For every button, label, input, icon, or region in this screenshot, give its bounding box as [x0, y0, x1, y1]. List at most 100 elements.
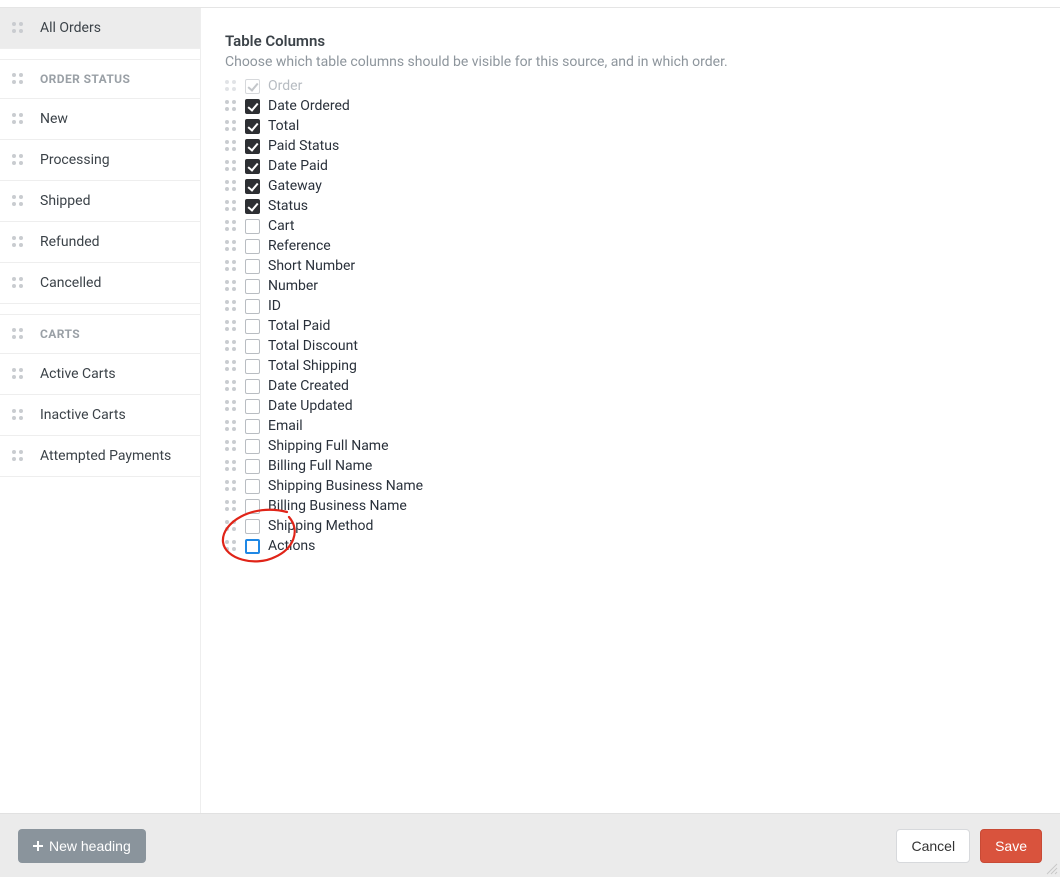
new-heading-button[interactable]: New heading: [18, 829, 146, 863]
drag-handle-icon[interactable]: [225, 140, 237, 152]
drag-handle-icon[interactable]: [12, 22, 24, 34]
column-list: OrderDate OrderedTotalPaid StatusDate Pa…: [225, 76, 1036, 556]
sidebar-item-label: Cancelled: [40, 275, 101, 291]
drag-handle-icon[interactable]: [12, 113, 24, 125]
column-checkbox[interactable]: [245, 439, 260, 454]
drag-handle-icon[interactable]: [225, 380, 237, 392]
column-row: Date Created: [225, 376, 1036, 396]
drag-handle-icon[interactable]: [225, 100, 237, 112]
column-checkbox[interactable]: [245, 259, 260, 274]
sidebar-item[interactable]: Inactive Carts: [0, 395, 200, 436]
drag-handle-icon[interactable]: [225, 500, 237, 512]
top-divider: [0, 0, 1060, 8]
sidebar-item[interactable]: All Orders: [0, 8, 200, 49]
drag-handle-icon[interactable]: [225, 420, 237, 432]
sidebar-item[interactable]: Processing: [0, 140, 200, 181]
cancel-button[interactable]: Cancel: [896, 829, 970, 863]
column-checkbox[interactable]: [245, 279, 260, 294]
column-checkbox[interactable]: [245, 359, 260, 374]
column-checkbox[interactable]: [245, 299, 260, 314]
drag-handle-icon[interactable]: [12, 368, 24, 380]
column-row: Actions: [225, 536, 1036, 556]
column-row: Shipping Full Name: [225, 436, 1036, 456]
column-checkbox[interactable]: [245, 159, 260, 174]
sidebar-heading: ORDER STATUS: [0, 59, 200, 99]
column-checkbox[interactable]: [245, 479, 260, 494]
drag-handle-icon[interactable]: [12, 195, 24, 207]
drag-handle-icon[interactable]: [225, 120, 237, 132]
save-label: Save: [995, 838, 1027, 854]
column-checkbox[interactable]: [245, 539, 260, 554]
column-checkbox[interactable]: [245, 199, 260, 214]
drag-handle-icon: [225, 80, 237, 92]
column-checkbox[interactable]: [245, 319, 260, 334]
column-checkbox[interactable]: [245, 399, 260, 414]
sidebar-item-label: Attempted Payments: [40, 448, 171, 464]
drag-handle-icon[interactable]: [225, 540, 237, 552]
drag-handle-icon[interactable]: [225, 360, 237, 372]
column-checkbox[interactable]: [245, 139, 260, 154]
column-row: Shipping Method: [225, 516, 1036, 536]
save-button[interactable]: Save: [980, 829, 1042, 863]
column-label: Number: [268, 276, 318, 296]
column-label: Paid Status: [268, 136, 339, 156]
drag-handle-icon[interactable]: [225, 480, 237, 492]
drag-handle-icon[interactable]: [225, 180, 237, 192]
drag-handle-icon[interactable]: [225, 240, 237, 252]
drag-handle-icon[interactable]: [225, 160, 237, 172]
drag-handle-icon[interactable]: [225, 460, 237, 472]
column-checkbox[interactable]: [245, 179, 260, 194]
sidebar-item[interactable]: Cancelled: [0, 263, 200, 304]
column-checkbox[interactable]: [245, 379, 260, 394]
sidebar-item[interactable]: New: [0, 99, 200, 140]
drag-handle-icon[interactable]: [12, 328, 24, 340]
sidebar-item[interactable]: Refunded: [0, 222, 200, 263]
column-row: Date Paid: [225, 156, 1036, 176]
sidebar-item[interactable]: Active Carts: [0, 354, 200, 395]
column-checkbox[interactable]: [245, 519, 260, 534]
column-checkbox[interactable]: [245, 239, 260, 254]
drag-handle-icon[interactable]: [225, 300, 237, 312]
main-panel: Table Columns Choose which table columns…: [200, 8, 1060, 813]
column-label: Total: [268, 116, 299, 136]
column-checkbox[interactable]: [245, 459, 260, 474]
drag-handle-icon[interactable]: [225, 400, 237, 412]
column-checkbox[interactable]: [245, 339, 260, 354]
drag-handle-icon[interactable]: [225, 440, 237, 452]
column-checkbox: [245, 79, 260, 94]
cancel-label: Cancel: [911, 838, 955, 854]
column-row: Email: [225, 416, 1036, 436]
resize-grip-icon: [1044, 861, 1058, 875]
drag-handle-icon[interactable]: [225, 220, 237, 232]
sidebar-item[interactable]: Attempted Payments: [0, 436, 200, 477]
drag-handle-icon[interactable]: [12, 73, 24, 85]
column-label: Date Created: [268, 376, 349, 396]
drag-handle-icon[interactable]: [12, 277, 24, 289]
sidebar-item-label: Active Carts: [40, 366, 116, 382]
drag-handle-icon[interactable]: [225, 280, 237, 292]
column-checkbox[interactable]: [245, 219, 260, 234]
column-row: Billing Full Name: [225, 456, 1036, 476]
column-label: Reference: [268, 236, 331, 256]
drag-handle-icon[interactable]: [225, 520, 237, 532]
drag-handle-icon[interactable]: [225, 200, 237, 212]
drag-handle-icon[interactable]: [225, 260, 237, 272]
column-checkbox[interactable]: [245, 99, 260, 114]
column-label: Date Updated: [268, 396, 353, 416]
column-checkbox[interactable]: [245, 419, 260, 434]
drag-handle-icon[interactable]: [12, 450, 24, 462]
column-label: Gateway: [268, 176, 322, 196]
column-label: Billing Business Name: [268, 496, 407, 516]
column-checkbox[interactable]: [245, 119, 260, 134]
sidebar-item-label: Processing: [40, 152, 110, 168]
drag-handle-icon[interactable]: [225, 320, 237, 332]
column-row: Status: [225, 196, 1036, 216]
drag-handle-icon[interactable]: [225, 340, 237, 352]
drag-handle-icon[interactable]: [12, 154, 24, 166]
sidebar-item-label: All Orders: [40, 20, 101, 36]
sidebar-item[interactable]: Shipped: [0, 181, 200, 222]
column-checkbox[interactable]: [245, 499, 260, 514]
drag-handle-icon[interactable]: [12, 236, 24, 248]
drag-handle-icon[interactable]: [12, 409, 24, 421]
column-row: Number: [225, 276, 1036, 296]
